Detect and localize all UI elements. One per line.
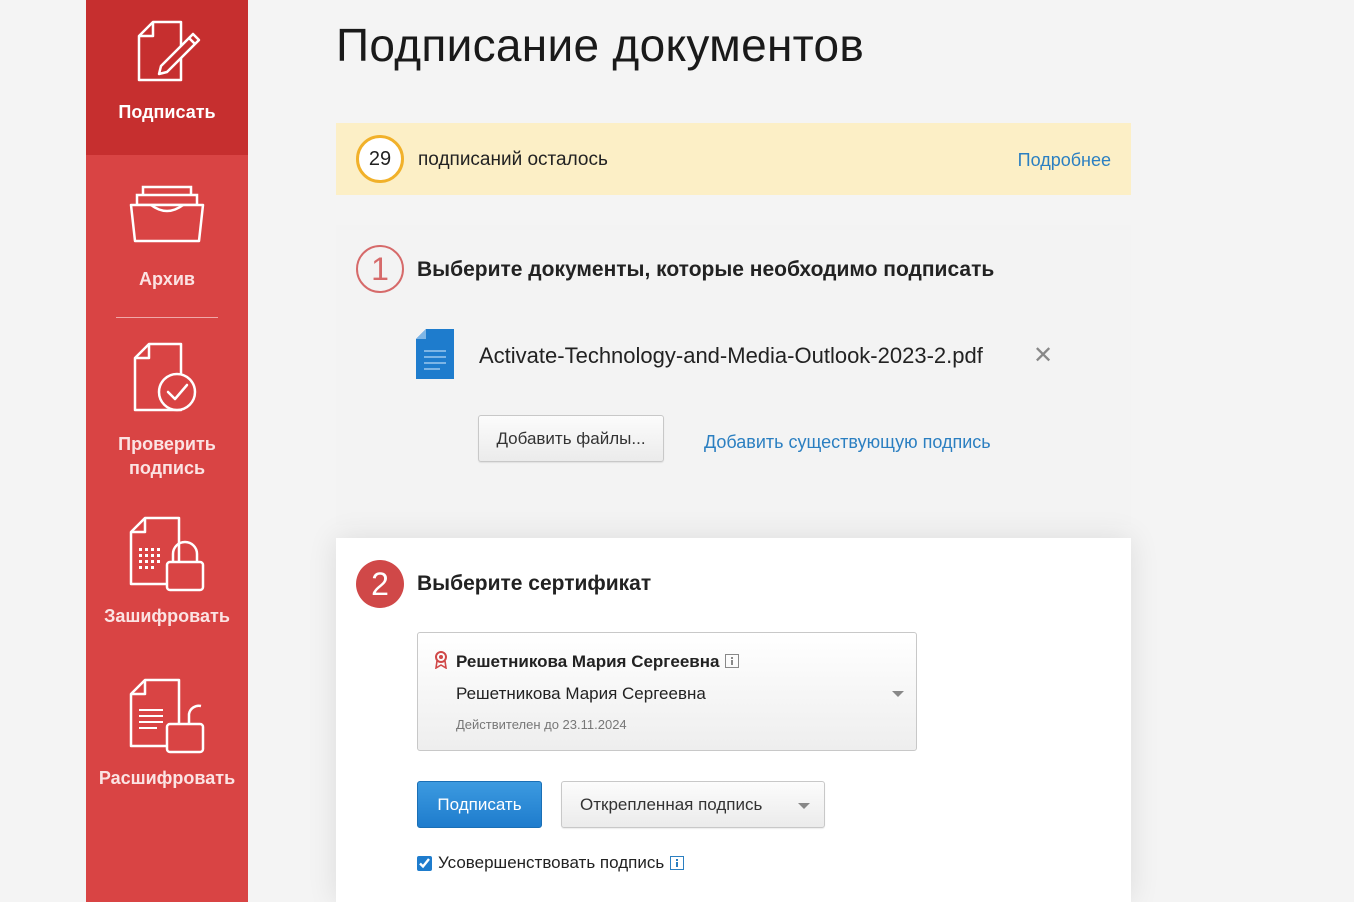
sidebar: Подписать Архив Проверить подпись Зашифр…: [86, 0, 248, 902]
certificate-select[interactable]: Решетникова Мария Сергеевна Решетникова …: [417, 632, 917, 751]
sidebar-item-label: Расшифровать: [98, 768, 236, 788]
more-info-link[interactable]: Подробнее: [1018, 150, 1111, 171]
improve-signature-option[interactable]: Усовершенствовать подпись: [417, 853, 685, 873]
verify-signature-icon: [133, 342, 197, 412]
chevron-down-icon: [892, 691, 904, 697]
step-number: 2: [356, 560, 404, 608]
step-select-documents: 1 Выберите документы, которые необходимо…: [336, 225, 1131, 525]
sidebar-item-label: Подписать: [118, 102, 216, 122]
step-select-certificate: 2 Выберите сертификат Решетникова Мария …: [336, 538, 1131, 902]
sidebar-item-decrypt[interactable]: Расшифровать: [86, 676, 248, 790]
document-file-icon: [416, 329, 454, 379]
remaining-count-badge: 29: [356, 135, 404, 183]
step-title: Выберите документы, которые необходимо п…: [417, 258, 995, 281]
remove-file-icon[interactable]: ✕: [1033, 344, 1053, 368]
improve-signature-label: Усовершенствовать подпись: [438, 853, 665, 872]
archive-tray-icon: [129, 185, 205, 243]
add-files-button[interactable]: Добавить файлы...: [478, 415, 664, 462]
sidebar-item-archive[interactable]: Архив: [86, 183, 248, 291]
sidebar-item-verify[interactable]: Проверить подпись: [86, 340, 248, 480]
sidebar-item-label: Проверить подпись: [118, 434, 216, 478]
sidebar-item-label: Архив: [139, 269, 195, 289]
encrypt-document-icon: [129, 516, 205, 592]
certificate-validity: Действителен до 23.11.2024: [456, 717, 627, 732]
remaining-text: подписаний осталось: [418, 149, 608, 170]
chevron-down-icon: [798, 803, 810, 809]
decrypt-document-icon: [129, 678, 205, 754]
step-title: Выберите сертификат: [417, 572, 652, 595]
signatures-remaining-banner: 29 подписаний осталось Подробнее: [336, 123, 1131, 195]
sidebar-item-label: Зашифровать: [104, 606, 230, 626]
step-number: 1: [356, 245, 404, 293]
sign-document-icon: [137, 20, 201, 82]
certificate-badge-icon: [435, 651, 447, 669]
certificate-holder: Решетникова Мария Сергеевна: [456, 684, 706, 703]
add-existing-signature-link[interactable]: Добавить существующую подпись: [704, 432, 991, 453]
sidebar-item-sign[interactable]: Подписать: [86, 0, 248, 155]
signature-type-value: Открепленная подпись: [580, 794, 763, 814]
improve-signature-checkbox[interactable]: [417, 855, 432, 871]
page-title: Подписание документов: [336, 19, 865, 71]
info-icon[interactable]: [725, 654, 739, 668]
signature-type-select[interactable]: Открепленная подпись: [561, 781, 825, 828]
sidebar-divider: [116, 317, 218, 318]
sign-button[interactable]: Подписать: [417, 781, 542, 828]
certificate-name: Решетникова Мария Сергеевна: [456, 652, 720, 671]
app-root: Подписать Архив Проверить подпись Зашифр…: [0, 0, 1354, 902]
sidebar-item-encrypt[interactable]: Зашифровать: [86, 514, 248, 628]
file-name: Activate-Technology-and-Media-Outlook-20…: [479, 343, 983, 368]
info-icon[interactable]: [670, 856, 685, 870]
